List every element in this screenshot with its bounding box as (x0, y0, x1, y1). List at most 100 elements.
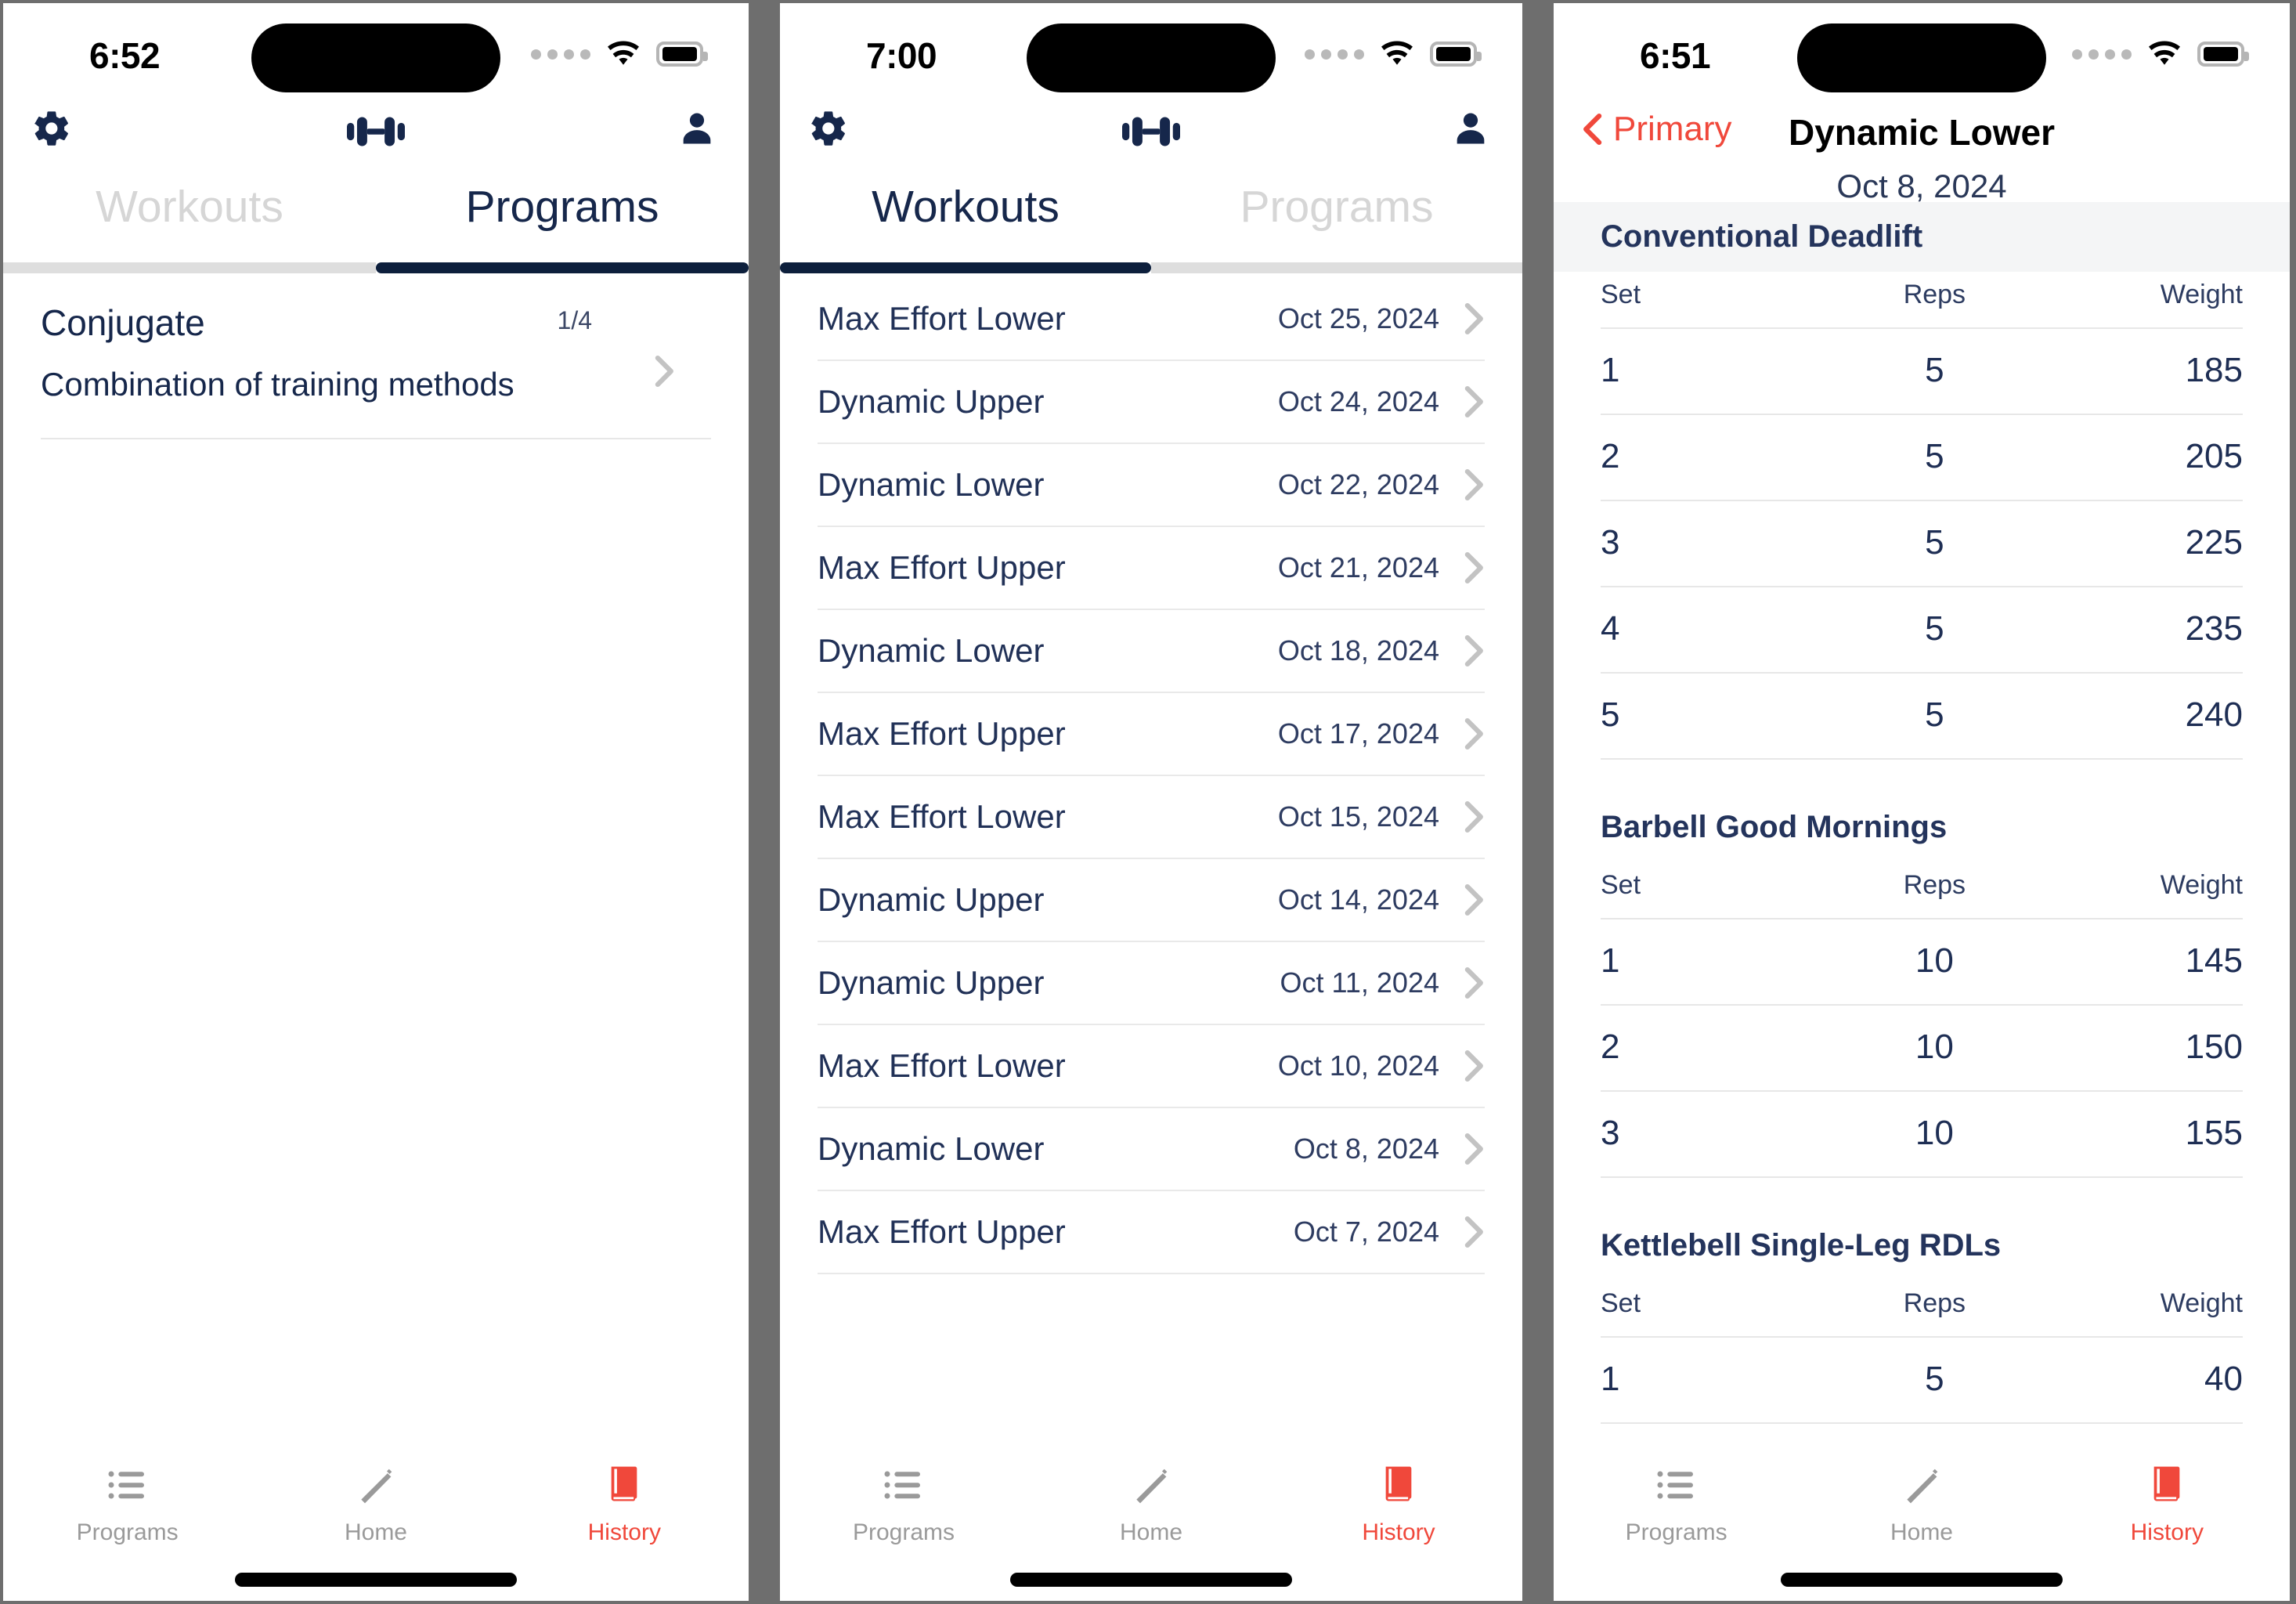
tab-programs[interactable]: Programs (1151, 185, 1522, 262)
app-header (780, 103, 1522, 166)
battery-icon (656, 42, 708, 67)
tabbar-item-home[interactable]: Home (1799, 1463, 2044, 1546)
programs-list: Conjugate Combination of training method… (3, 273, 749, 439)
workout-date: Oct 14, 2024 (1277, 883, 1439, 916)
tabbar-label-history: History (2130, 1519, 2204, 1545)
back-button[interactable]: Primary (1582, 110, 1732, 149)
tab-programs[interactable]: Programs (376, 185, 749, 262)
battery-icon (2197, 42, 2249, 67)
bottom-tab-bar: Programs Home History (3, 1446, 749, 1601)
workout-row[interactable]: Dynamic Lower Oct 18, 2024 (818, 610, 1485, 693)
tab-workouts[interactable]: Workouts (780, 185, 1151, 262)
gear-icon[interactable] (31, 108, 72, 149)
cellular-dots-icon (531, 49, 590, 60)
program-row[interactable]: Conjugate Combination of training method… (41, 273, 711, 439)
cell-set: 3 (1601, 1114, 1620, 1152)
cell-reps: 5 (1925, 523, 1944, 562)
exercise-table: Set Reps Weight 1 5 185 2 5 205 3 5 225 … (1554, 272, 2290, 760)
cell-set: 1 (1601, 941, 1620, 980)
person-icon[interactable] (1450, 108, 1491, 149)
column-header-set: Set (1601, 870, 1641, 900)
cell-reps: 5 (1925, 1360, 1944, 1398)
tabbar-item-home[interactable]: Home (251, 1463, 500, 1546)
status-bar: 7:00 (780, 3, 1522, 103)
workout-name: Dynamic Lower (818, 466, 1045, 503)
workout-row[interactable]: Max Effort Lower Oct 15, 2024 (818, 776, 1485, 859)
chevron-right-icon[interactable] (1464, 1049, 1485, 1082)
cell-weight: 205 (2185, 437, 2243, 475)
table-row: 1 10 145 (1601, 919, 2243, 1006)
tab-workouts[interactable]: Workouts (3, 185, 376, 262)
tabbar-label-programs: Programs (852, 1519, 955, 1545)
workout-row[interactable]: Dynamic Lower Oct 8, 2024 (818, 1108, 1485, 1191)
gear-icon[interactable] (808, 108, 849, 149)
tabbar-item-history[interactable]: History (500, 1463, 749, 1546)
home-indicator[interactable] (1781, 1573, 2063, 1587)
workout-row[interactable]: Dynamic Lower Oct 22, 2024 (818, 444, 1485, 527)
column-header-weight: Weight (2160, 1288, 2243, 1318)
chevron-right-icon[interactable] (1464, 468, 1485, 501)
chevron-right-icon[interactable] (1464, 551, 1485, 584)
tab-indicator-active (780, 262, 1151, 273)
chevron-right-icon[interactable] (1464, 302, 1485, 335)
tabbar-item-history[interactable]: History (1275, 1463, 1522, 1546)
person-icon[interactable] (677, 108, 717, 149)
table-row: 3 5 225 (1601, 501, 2243, 587)
status-indicators (531, 41, 708, 67)
chevron-right-icon[interactable] (655, 355, 675, 388)
workout-row[interactable]: Max Effort Upper Oct 21, 2024 (818, 527, 1485, 610)
tabbar-item-programs[interactable]: Programs (1554, 1463, 1799, 1546)
program-title: Conjugate (41, 302, 205, 343)
navigation-bar: Primary Dynamic Lower Oct 8, 2024 (1554, 103, 2290, 204)
chevron-right-icon[interactable] (1464, 1216, 1485, 1248)
workout-row[interactable]: Max Effort Upper Oct 17, 2024 (818, 693, 1485, 776)
column-header-weight: Weight (2160, 280, 2243, 309)
exercise-section-header: Kettlebell Single-Leg RDLs (1601, 1228, 2002, 1263)
cell-weight: 225 (2185, 523, 2243, 562)
workout-row[interactable]: Max Effort Lower Oct 10, 2024 (818, 1025, 1485, 1108)
workout-date: Oct 8, 2024 (1293, 1133, 1439, 1165)
workout-date: Oct 24, 2024 (1277, 385, 1439, 417)
cell-set: 2 (1601, 1028, 1620, 1066)
wifi-icon (608, 41, 639, 65)
wifi-icon (2149, 41, 2180, 65)
workout-row[interactable]: Dynamic Upper Oct 24, 2024 (818, 361, 1485, 444)
status-bar: 6:51 (1554, 3, 2290, 103)
workout-name: Max Effort Lower (818, 300, 1066, 337)
chevron-right-icon[interactable] (1464, 966, 1485, 999)
dumbbell-icon (1122, 117, 1180, 146)
home-indicator[interactable] (1010, 1573, 1292, 1587)
cell-weight: 150 (2185, 1028, 2243, 1066)
exercise-section-header: Barbell Good Mornings (1601, 810, 1948, 844)
workout-row[interactable]: Dynamic Upper Oct 11, 2024 (818, 942, 1485, 1025)
workout-row[interactable]: Dynamic Upper Oct 14, 2024 (818, 859, 1485, 942)
chevron-right-icon[interactable] (1464, 800, 1485, 833)
workout-row[interactable]: Max Effort Lower Oct 25, 2024 (818, 278, 1485, 361)
table-row: 2 5 205 (1601, 415, 2243, 501)
segmented-tab-bar: Workouts Programs (780, 185, 1522, 262)
cell-weight: 145 (2185, 941, 2243, 980)
cell-set: 2 (1601, 437, 1620, 475)
tab-indicator-active (376, 262, 749, 273)
table-row: 1 5 185 (1601, 329, 2243, 415)
tabbar-item-programs[interactable]: Programs (3, 1463, 251, 1546)
status-indicators (2072, 41, 2249, 67)
chevron-right-icon[interactable] (1464, 385, 1485, 418)
chevron-right-icon[interactable] (1464, 1133, 1485, 1165)
dynamic-island (1027, 23, 1276, 92)
home-indicator[interactable] (235, 1573, 517, 1587)
table-row: 2 10 150 (1601, 1006, 2243, 1092)
column-header-reps: Reps (1903, 1288, 1966, 1318)
tabbar-label-home: Home (1119, 1519, 1183, 1545)
tabbar-item-programs[interactable]: Programs (780, 1463, 1027, 1546)
table-header-row: Set Reps Weight (1601, 862, 2243, 919)
back-button-label: Primary (1613, 110, 1732, 148)
bottom-tab-bar: Programs Home History (1554, 1446, 2290, 1601)
chevron-right-icon[interactable] (1464, 634, 1485, 667)
program-progress-count: 1/4 (557, 306, 592, 334)
tabbar-item-home[interactable]: Home (1027, 1463, 1275, 1546)
chevron-right-icon[interactable] (1464, 717, 1485, 750)
tabbar-item-history[interactable]: History (2045, 1463, 2290, 1546)
workout-row[interactable]: Max Effort Upper Oct 7, 2024 (818, 1191, 1485, 1274)
chevron-right-icon[interactable] (1464, 883, 1485, 916)
